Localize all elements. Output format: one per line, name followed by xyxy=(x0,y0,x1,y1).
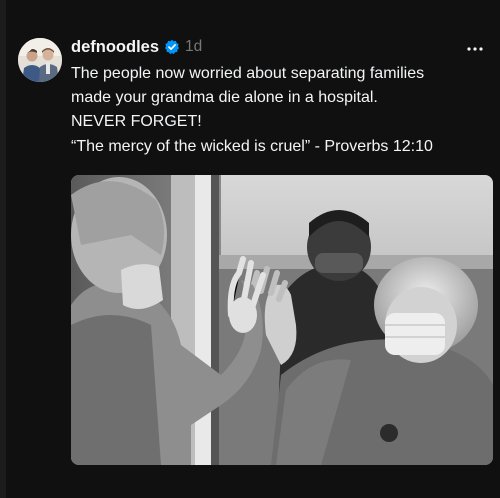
photo-illustration xyxy=(71,175,493,465)
post-text: The people now worried about separating … xyxy=(71,62,491,159)
post-text-line: NEVER FORGET! xyxy=(71,113,202,131)
post-timestamp: 1d xyxy=(185,38,203,55)
post-image[interactable] xyxy=(71,175,493,465)
avatar[interactable] xyxy=(18,38,62,82)
more-options-icon[interactable] xyxy=(466,40,484,51)
avatar-photo xyxy=(18,38,62,82)
username[interactable]: defnoodles xyxy=(71,38,159,57)
post-text-line: “The mercy of the wicked is cruel” - Pro… xyxy=(71,137,433,155)
thread-post: defnoodles 1d The people now worried abo… xyxy=(6,0,500,498)
post-header: defnoodles 1d xyxy=(71,36,202,58)
post-text-line: made your grandma die alone in a hospita… xyxy=(71,89,378,107)
post-text-line: The people now worried about separating … xyxy=(71,65,425,82)
verified-badge-icon xyxy=(164,39,180,55)
